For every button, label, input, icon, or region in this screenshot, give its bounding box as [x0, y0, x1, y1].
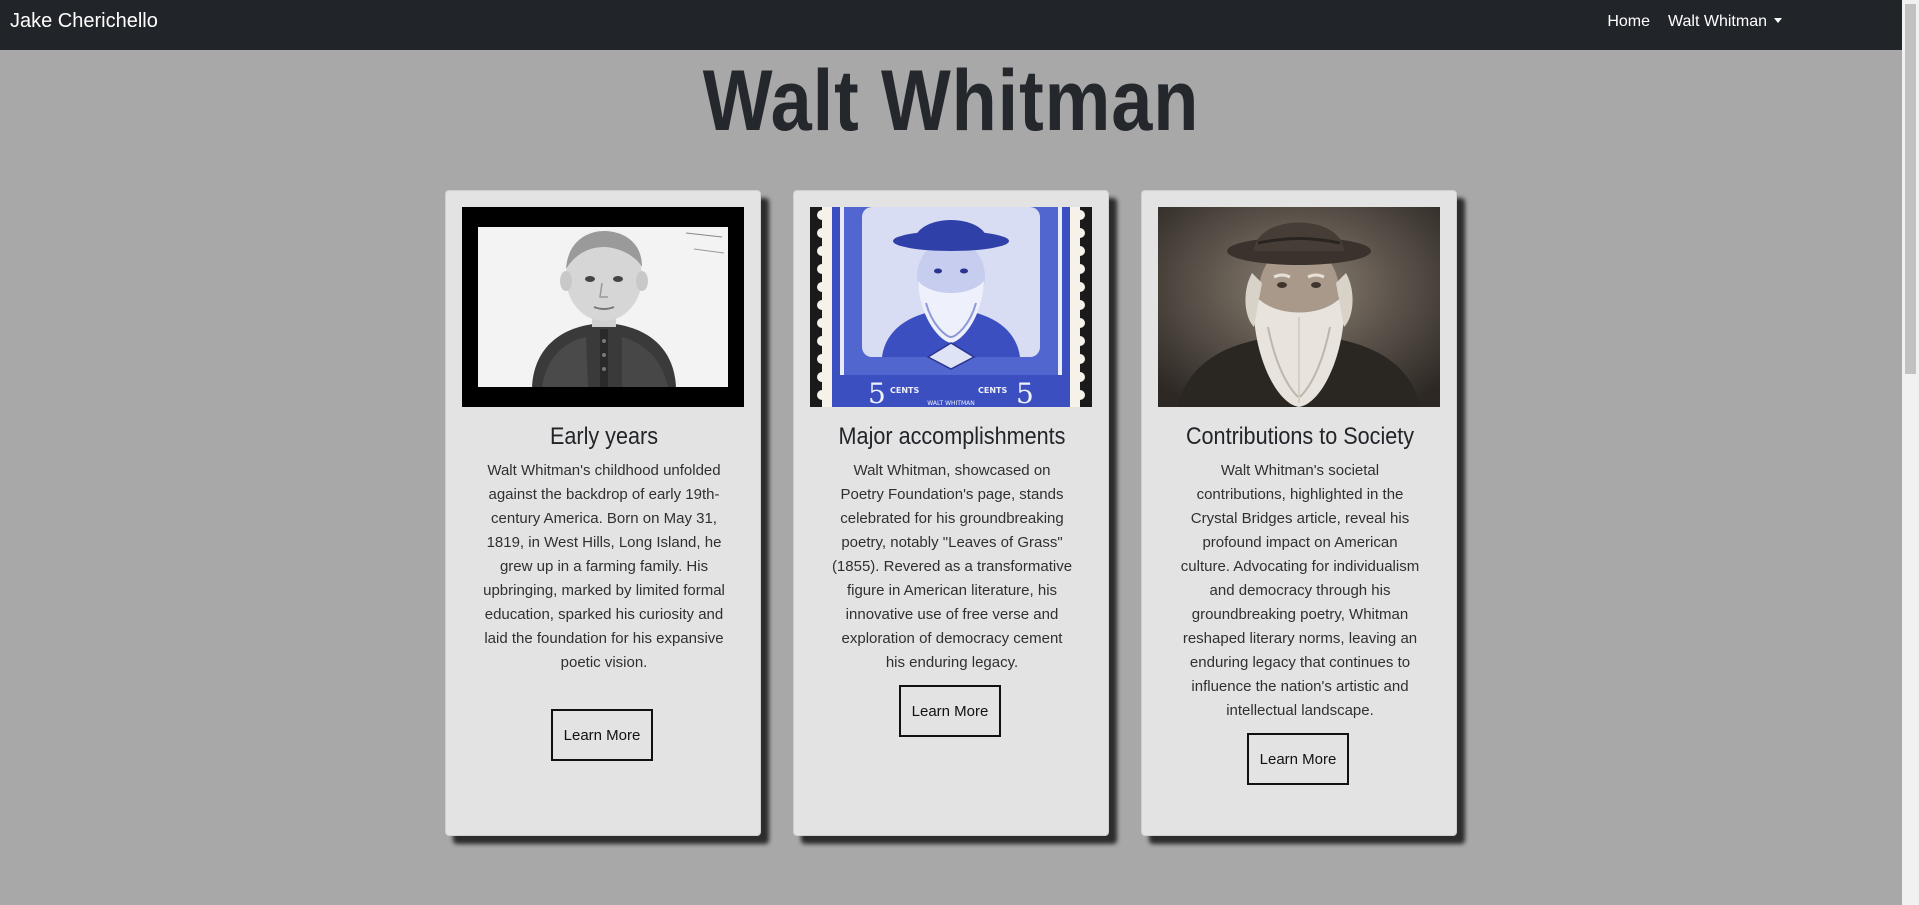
learn-more-button[interactable]: Learn More: [899, 685, 1001, 737]
learn-more-button[interactable]: Learn More: [551, 709, 653, 761]
postage-stamp-image: 5 CENTS CENTS 5 WALT WHITMAN: [810, 207, 1092, 407]
card-contributions-to-society: Contributions to Society Walt Whitman's …: [1141, 190, 1457, 836]
stamp-cents-right: CENTS: [978, 386, 1007, 395]
scrollbar-thumb[interactable]: [1905, 4, 1916, 374]
card-major-accomplishments: 5 CENTS CENTS 5 WALT WHITMAN Major accom…: [793, 190, 1109, 836]
card-title: Contributions to Society: [1185, 423, 1415, 450]
stamp-value-right: 5: [1016, 377, 1034, 407]
nav-dropdown-label: Walt Whitman: [1668, 13, 1767, 30]
navbar: Jake Cherichello Home Walt Whitman: [0, 0, 1902, 50]
brand-link[interactable]: Jake Cherichello: [10, 10, 158, 33]
caret-down-icon: [1774, 18, 1782, 23]
card-early-years: Early years Walt Whitman's childhood unf…: [445, 190, 761, 836]
card-text: Walt Whitman's societal contributions, h…: [1180, 462, 1420, 719]
learn-more-button[interactable]: Learn More: [1247, 733, 1349, 785]
elder-portrait-image: [1158, 207, 1440, 407]
stamp-value-left: 5: [868, 377, 886, 407]
card-text: Walt Whitman's childhood unfolded agains…: [483, 462, 725, 671]
card-title: Early years: [549, 423, 659, 450]
page-title: Walt Whitman: [702, 53, 1200, 149]
stamp-name-text: WALT WHITMAN: [927, 400, 974, 407]
vertical-scrollbar[interactable]: [1902, 0, 1919, 905]
card-text: Walt Whitman, showcased on Poetry Founda…: [831, 462, 1073, 671]
nav-home-link[interactable]: Home: [1607, 13, 1650, 31]
card-title: Major accomplishments: [838, 423, 1066, 450]
stamp-cents-left: CENTS: [890, 386, 919, 395]
childhood-portrait-image: [462, 207, 744, 407]
nav-walt-whitman-dropdown[interactable]: Walt Whitman: [1668, 13, 1782, 31]
nav-links: Home Walt Whitman: [1607, 13, 1782, 31]
